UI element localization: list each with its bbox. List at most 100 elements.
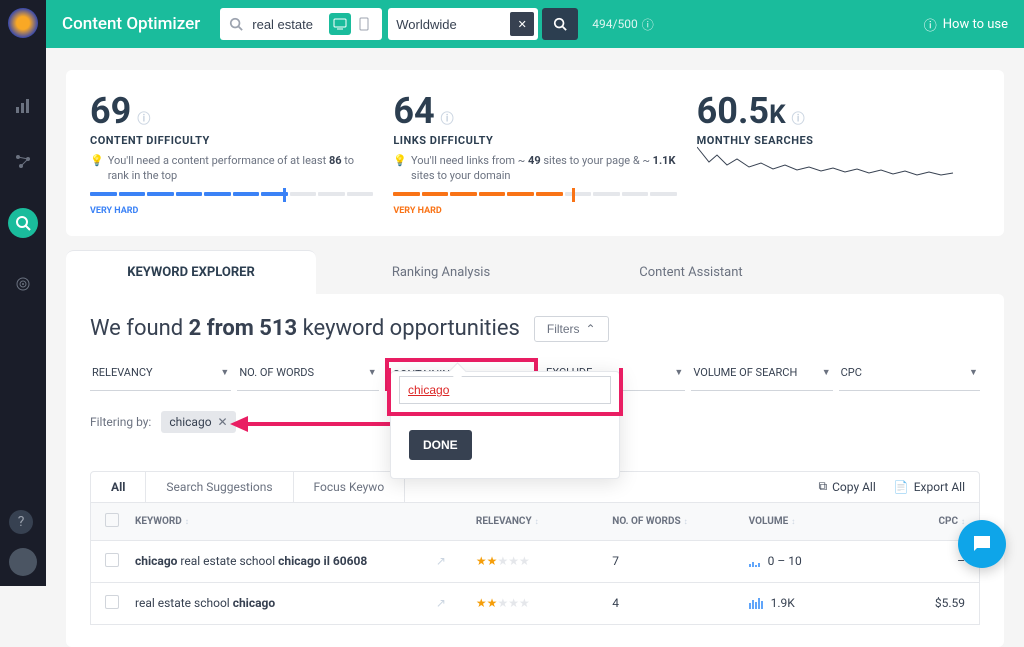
- row-checkbox[interactable]: [105, 595, 119, 609]
- containing-input[interactable]: [399, 376, 611, 404]
- search-button[interactable]: [542, 8, 578, 40]
- device-desktop-button[interactable]: [329, 13, 351, 35]
- export-all-button[interactable]: 📄Export All: [894, 479, 965, 494]
- filter-relevancy[interactable]: RELEVANCY▼: [90, 358, 231, 391]
- filters-toggle-button[interactable]: Filters ⌃: [534, 316, 609, 342]
- help-icon[interactable]: ?: [9, 510, 33, 534]
- subtab-focus[interactable]: Focus Keywo: [294, 472, 406, 502]
- chevron-down-icon: ▼: [822, 367, 831, 378]
- sidebar: ?: [0, 0, 46, 586]
- nav-analytics-icon[interactable]: [13, 96, 33, 116]
- filter-chip[interactable]: chicago ✕: [161, 411, 235, 433]
- chevron-down-icon: ▼: [674, 367, 683, 378]
- chevron-down-icon: ▼: [368, 367, 377, 378]
- app-title: Content Optimizer: [62, 14, 200, 34]
- nav-optimizer-icon[interactable]: [8, 208, 38, 238]
- tab-keyword-explorer[interactable]: KEYWORD EXPLORER: [66, 250, 316, 294]
- info-icon: ⓘ: [441, 108, 454, 127]
- col-relevancy[interactable]: RELEVANCY↕: [476, 516, 612, 527]
- cell-words: 4: [612, 596, 748, 610]
- chevron-up-icon: ⌃: [586, 322, 596, 336]
- volume-sparkline: [749, 597, 763, 609]
- col-volume[interactable]: VOLUME↕: [749, 516, 885, 527]
- device-mobile-button[interactable]: [353, 13, 375, 35]
- user-avatar[interactable]: [9, 548, 37, 576]
- table-header: KEYWORD↕ RELEVANCY↕ NO. OF WORDS↕ VOLUME…: [90, 503, 980, 541]
- copy-icon: ⧉: [819, 479, 828, 494]
- subtab-all[interactable]: All: [91, 472, 146, 502]
- sort-icon: ↕: [961, 517, 965, 526]
- tab-ranking-analysis[interactable]: Ranking Analysis: [316, 250, 566, 294]
- metrics-card: 69ⓘ CONTENT DIFFICULTY 💡 You'll need a c…: [66, 70, 1004, 236]
- done-button[interactable]: DONE: [409, 430, 472, 460]
- col-words[interactable]: NO. OF WORDS↕: [612, 516, 748, 527]
- cell-relevancy: ★★★★★: [476, 554, 612, 568]
- cell-keyword: chicago real estate school chicago il 60…: [135, 554, 476, 568]
- cell-volume: 1.9K: [749, 596, 885, 610]
- header: Content Optimizer ✕ 494/500 ⓘ: [46, 0, 1024, 48]
- table-row[interactable]: chicago real estate school chicago il 60…: [90, 541, 980, 583]
- progress-bar: [393, 192, 676, 200]
- results-summary: We found 2 from 513 keyword opportunitie…: [90, 316, 520, 341]
- difficulty-level: VERY HARD: [90, 206, 373, 216]
- nav-target-icon[interactable]: [13, 274, 33, 294]
- table-row[interactable]: real estate school chicago↗ ★★★★★ 4 1.9K…: [90, 583, 980, 625]
- info-icon: ⓘ: [924, 15, 937, 34]
- sparkline-chart: [697, 137, 957, 187]
- how-to-use-link[interactable]: ⓘ How to use: [924, 15, 1008, 34]
- cell-relevancy: ★★★★★: [476, 596, 612, 610]
- filtering-label: Filtering by:: [90, 415, 151, 429]
- filter-cpc[interactable]: CPC▼: [839, 358, 980, 391]
- sort-icon: ↕: [535, 517, 539, 526]
- tab-content-assistant[interactable]: Content Assistant: [566, 250, 816, 294]
- chevron-down-icon: ▼: [220, 367, 229, 378]
- metric-monthly-searches: 60.5Kⓘ MONTHLY SEARCHES: [697, 90, 980, 216]
- credits-counter: 494/500 ⓘ: [592, 16, 653, 33]
- filter-words[interactable]: NO. OF WORDS▼: [237, 358, 378, 391]
- progress-bar: [90, 192, 373, 200]
- remove-chip-icon[interactable]: ✕: [218, 415, 228, 429]
- metric-label: LINKS DIFFICULTY: [393, 134, 676, 147]
- info-icon: ⓘ: [642, 16, 654, 33]
- metric-label: CONTENT DIFFICULTY: [90, 134, 373, 147]
- cell-cpc: –: [885, 554, 965, 568]
- external-link-icon[interactable]: ↗: [436, 554, 446, 568]
- metric-hint: 💡 You'll need links from ~ 49 sites to y…: [393, 153, 676, 184]
- difficulty-level: VERY HARD: [393, 206, 676, 216]
- metric-content-difficulty: 69ⓘ CONTENT DIFFICULTY 💡 You'll need a c…: [90, 90, 373, 216]
- search-icon: [220, 17, 252, 31]
- sort-icon: ↕: [791, 517, 795, 526]
- cell-cpc: $5.59: [885, 596, 965, 610]
- bulb-icon: 💡: [90, 153, 104, 168]
- filter-volume[interactable]: VOLUME OF SEARCH▼: [691, 358, 832, 391]
- containing-filter-popover: DONE: [390, 371, 620, 479]
- copy-all-button[interactable]: ⧉Copy All: [819, 479, 876, 494]
- app-logo[interactable]: [8, 8, 38, 38]
- sort-icon: ↕: [185, 517, 189, 526]
- info-icon: ⓘ: [792, 108, 805, 127]
- export-icon: 📄: [894, 480, 909, 494]
- clear-location-button[interactable]: ✕: [510, 12, 534, 36]
- bulb-icon: 💡: [393, 153, 407, 168]
- select-all-checkbox[interactable]: [105, 513, 119, 527]
- cell-volume: 0 – 10: [749, 554, 885, 568]
- chevron-down-icon: ▼: [969, 367, 978, 378]
- col-cpc[interactable]: CPC↕: [885, 516, 965, 527]
- cell-words: 7: [612, 554, 748, 568]
- main-tabs: KEYWORD EXPLORER Ranking Analysis Conten…: [66, 250, 1004, 294]
- external-link-icon[interactable]: ↗: [436, 596, 446, 610]
- keyword-input[interactable]: [252, 8, 322, 40]
- keyword-search-group: [220, 8, 382, 40]
- row-checkbox[interactable]: [105, 553, 119, 567]
- volume-sparkline: [749, 555, 760, 567]
- info-icon: ⓘ: [137, 108, 150, 127]
- nav-nodes-icon[interactable]: [13, 152, 33, 172]
- cell-keyword: real estate school chicago↗: [135, 596, 476, 610]
- subtab-suggestions[interactable]: Search Suggestions: [146, 472, 293, 502]
- annotation-arrow: [230, 409, 400, 439]
- metric-links-difficulty: 64ⓘ LINKS DIFFICULTY 💡 You'll need links…: [393, 90, 676, 216]
- metric-hint: 💡 You'll need a content performance of a…: [90, 153, 373, 184]
- chat-widget-button[interactable]: [958, 520, 1006, 568]
- sort-icon: ↕: [684, 517, 688, 526]
- col-keyword[interactable]: KEYWORD↕: [135, 516, 476, 527]
